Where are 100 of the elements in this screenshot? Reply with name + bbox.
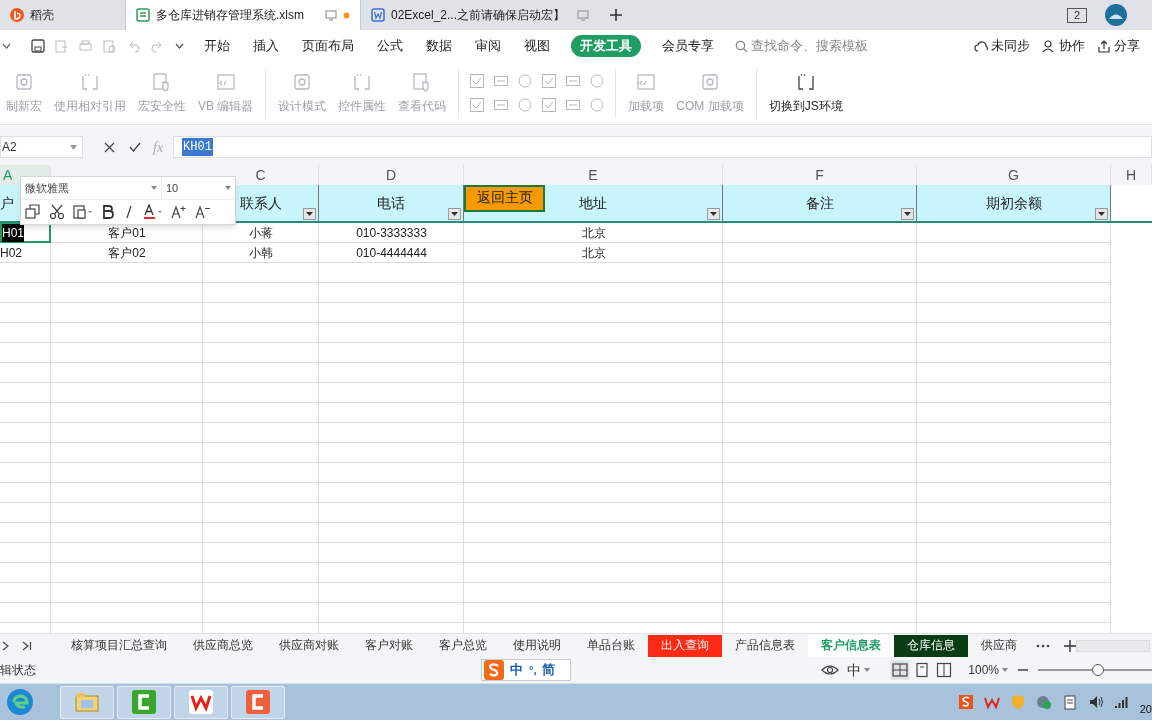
cloud-icon [974, 39, 988, 53]
filter-button[interactable] [1095, 208, 1108, 220]
more-icon[interactable] [1036, 643, 1050, 648]
taskbar-button[interactable] [117, 685, 171, 719]
menu-tab[interactable]: 审阅 [473, 36, 503, 56]
sheet-tab[interactable]: 单品台账 [574, 634, 648, 657]
header-cell: 期初余额 [917, 185, 1111, 221]
menu-tab[interactable]: 视图 [522, 36, 552, 56]
speaker-icon[interactable] [1087, 694, 1104, 710]
column-header[interactable]: H [1111, 165, 1152, 185]
menu-tab[interactable]: 开始 [202, 36, 232, 56]
name-box[interactable]: A2 [0, 136, 83, 158]
w-letter-icon [187, 688, 215, 716]
sheet-tab[interactable]: 核算项目汇总查询 [58, 634, 180, 657]
app-tab[interactable]: 多仓库进销存管理系统.xlsm [125, 0, 360, 30]
header-cell: 电话 [319, 185, 464, 221]
sheet-tab[interactable]: 使用说明 [500, 634, 574, 657]
window-count-badge[interactable]: 2 [1067, 7, 1087, 23]
filter-button[interactable] [707, 208, 720, 220]
table-cell-text: 客户02 [108, 245, 146, 262]
caret-icon [1098, 212, 1105, 216]
normal-view-icon[interactable] [890, 660, 911, 680]
confirm-icon[interactable] [129, 142, 141, 152]
zoom-slider[interactable] [1038, 664, 1152, 676]
input-method-bar[interactable]: 中 °, 简 [481, 659, 571, 681]
page-break-view-icon[interactable] [936, 662, 953, 678]
page-view-icon[interactable] [914, 662, 931, 678]
s-logo-icon[interactable] [957, 694, 974, 710]
menu-tab[interactable]: 会员专享 [660, 36, 716, 56]
dropdown-caret-icon [70, 144, 77, 150]
sheet-tab[interactable]: 客户信息表 [808, 634, 894, 657]
sheet-tab[interactable]: 产品信息表 [722, 634, 808, 657]
sheet-tab[interactable]: 仓库信息 [894, 634, 968, 657]
caret-icon [904, 212, 911, 216]
font-grow-icon[interactable] [171, 204, 187, 220]
italic-icon[interactable] [123, 204, 135, 220]
table-cell-text: 010-3333333 [356, 225, 427, 242]
zoom-button[interactable]: 100% [968, 661, 1008, 679]
paste-icon[interactable] [73, 204, 93, 220]
header-cell: 备注 [723, 185, 917, 221]
chevron-down-icon[interactable] [2, 43, 11, 49]
toolbar-button[interactable]: 分享 [1097, 36, 1140, 56]
sheet-tab[interactable]: 供应商总览 [180, 634, 266, 657]
taskbar-button[interactable] [174, 685, 228, 719]
font-shrink-icon[interactable] [195, 204, 211, 220]
monitor-icon [325, 9, 337, 21]
table-cell-text: 客户01 [108, 225, 146, 242]
share-icon [1097, 39, 1111, 53]
copy-icon[interactable] [25, 204, 41, 220]
sheet-tab[interactable]: 出入查询 [648, 634, 722, 657]
font-field[interactable]: 微软雅黑 [21, 176, 162, 200]
signal-icon[interactable] [1113, 694, 1130, 710]
avatar-icon[interactable] [1105, 4, 1127, 26]
menu-tab[interactable]: 数据 [424, 36, 454, 56]
chevron-down-icon[interactable] [175, 43, 184, 49]
table-cell-text: 小韩 [249, 245, 273, 262]
sheet-tab[interactable]: 供应商对账 [266, 634, 352, 657]
table-cell-text: 010-4444444 [356, 245, 427, 262]
cancel-icon[interactable] [104, 141, 115, 153]
slider-thumb[interactable] [1092, 664, 1104, 676]
formula-field[interactable]: KH01 [173, 136, 1152, 158]
s-logo-icon [484, 660, 504, 680]
filter-button[interactable] [448, 208, 461, 220]
add-sheet-icon[interactable] [1064, 639, 1076, 652]
font-color-icon[interactable] [143, 204, 163, 220]
eye-icon[interactable] [821, 664, 840, 676]
home-button[interactable]: 返回主页 [464, 185, 545, 212]
search-field[interactable]: 查找命令、搜索模板 [735, 36, 895, 56]
code-editor-icon [635, 71, 658, 93]
c-letter-icon [130, 688, 158, 716]
ribbon-button[interactable]: 切换到JS环境 [762, 62, 849, 124]
sheet-tab[interactable]: 供应商 [968, 634, 1030, 657]
selected-text: KH01 [182, 138, 213, 156]
table-cell-text: 北京 [581, 225, 606, 242]
table-cell[interactable]: H02 [0, 243, 51, 263]
toolbar-button[interactable]: 未同步 [974, 36, 1030, 56]
clock-text: 20 [1139, 701, 1152, 717]
spreadsheet-icon [136, 8, 150, 22]
document-icon [371, 8, 385, 22]
language-button[interactable]: 中 [847, 659, 871, 681]
recorder-icon [699, 71, 721, 93]
toolbar-button[interactable]: 协作 [1042, 36, 1085, 56]
menu-tab[interactable]: 插入 [251, 36, 281, 56]
menu-tab[interactable]: 公式 [375, 36, 405, 56]
save-icon[interactable] [31, 39, 45, 53]
bold-icon[interactable] [101, 204, 115, 220]
sheet-tab[interactable]: 客户对账 [352, 634, 426, 657]
taskbar-button[interactable] [231, 685, 285, 719]
next-sheet-icon[interactable] [2, 640, 10, 651]
horizontal-scrollbar[interactable] [1076, 639, 1150, 652]
sheet-tab[interactable]: 客户总览 [426, 634, 500, 657]
last-sheet-icon[interactable] [22, 640, 32, 651]
filter-button[interactable] [303, 208, 316, 220]
search-icon [735, 39, 748, 53]
clipboard-icon[interactable] [1061, 694, 1078, 710]
cut-icon[interactable] [49, 204, 65, 220]
filter-button[interactable] [901, 208, 914, 220]
new-tab-icon[interactable] [609, 8, 624, 22]
caret-icon [306, 212, 313, 216]
menu-tab[interactable]: 页面布局 [300, 36, 356, 56]
